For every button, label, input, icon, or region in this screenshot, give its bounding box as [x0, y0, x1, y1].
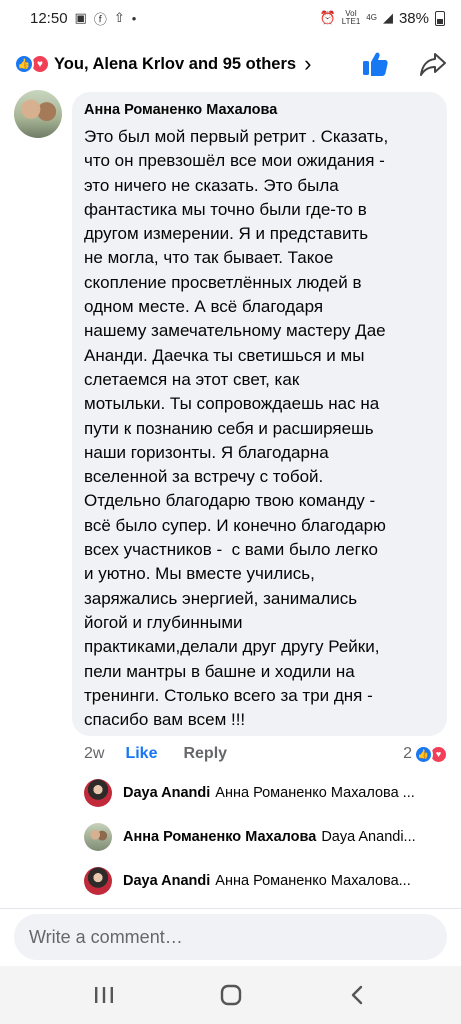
reply-preview: Анна Романенко Махалова...: [215, 873, 411, 889]
comment-text: Это был мой первый ретрит . Сказать, что…: [84, 127, 389, 730]
alarm-icon: ⏰: [319, 10, 336, 25]
comment-author[interactable]: Анна Романенко Махалова: [84, 101, 435, 119]
back-icon[interactable]: [328, 975, 388, 1015]
reply-preview: Анна Романенко Махалова ...: [215, 785, 415, 801]
battery-percent: 38%: [398, 9, 429, 27]
status-left: 12:50 ▣ ⓕ ⇧ •: [30, 9, 136, 28]
avatar[interactable]: [84, 867, 112, 895]
reply-item[interactable]: Daya Anandi Анна Романенко Махалова...: [84, 866, 454, 896]
volte-indicator: VoI LTE1: [342, 10, 361, 26]
reaction-icons: 👍 ♥: [14, 54, 50, 74]
navigation-bar: [0, 966, 461, 1024]
comment-reactions[interactable]: 👍 ♥: [414, 744, 448, 764]
battery-icon: [435, 10, 445, 26]
reactions-text: You, Alena Krlov and 95 others: [54, 54, 297, 73]
like-reaction-icon: 👍: [14, 54, 34, 74]
dot-icon: •: [131, 10, 137, 26]
avatar[interactable]: [84, 779, 112, 807]
like-button[interactable]: Like: [125, 745, 157, 763]
avatar[interactable]: [84, 823, 112, 851]
status-right: ⏰ VoI LTE1 4G ◢ 38%: [320, 10, 445, 27]
chevron-right-icon: ›: [304, 51, 312, 76]
home-icon[interactable]: [201, 975, 261, 1015]
comment-actions: 2w Like Reply 2 👍 ♥: [84, 742, 448, 766]
comments-sheet: 👍 ♥ You, Alena Krlov and 95 others › Анн…: [0, 36, 461, 966]
comment-input[interactable]: [29, 926, 447, 948]
like-reaction-icon: 👍: [414, 744, 433, 764]
reply-preview: Daya Anandi...: [321, 829, 416, 845]
reply-author[interactable]: Анна Романенко Махалова: [123, 829, 316, 845]
reply-button[interactable]: Reply: [183, 745, 227, 763]
status-time: 12:50: [30, 9, 68, 27]
upload-icon: ⇧: [113, 10, 125, 25]
signal-type: 4G: [366, 13, 377, 22]
reactions-summary[interactable]: 👍 ♥ You, Alena Krlov and 95 others ›: [0, 36, 461, 92]
comment-composer[interactable]: [14, 914, 447, 960]
reaction-count[interactable]: 2: [403, 745, 412, 763]
network-bottom: LTE1: [341, 17, 361, 26]
reply-author[interactable]: Daya Anandi: [123, 785, 210, 801]
reply-item[interactable]: Daya Anandi Анна Романенко Махалова ...: [84, 778, 454, 808]
comment-bubble[interactable]: Анна Романенко Махалова Это был мой перв…: [72, 92, 447, 736]
signal-icon: ◢: [382, 10, 393, 25]
status-bar: 12:50 ▣ ⓕ ⇧ • ⏰ VoI LTE1 4G ◢ 38%: [0, 0, 461, 36]
avatar[interactable]: [14, 90, 62, 138]
facebook-icon: ⓕ: [93, 11, 107, 27]
thumbs-up-icon[interactable]: [361, 50, 389, 78]
divider: [0, 908, 461, 909]
gallery-icon: ▣: [74, 10, 87, 25]
reply-author[interactable]: Daya Anandi: [123, 873, 210, 889]
recent-apps-icon[interactable]: [74, 975, 134, 1015]
reply-item[interactable]: Анна Романенко Махалова Daya Anandi...: [84, 822, 454, 852]
comment-time[interactable]: 2w: [84, 745, 104, 763]
share-icon[interactable]: [419, 50, 447, 78]
